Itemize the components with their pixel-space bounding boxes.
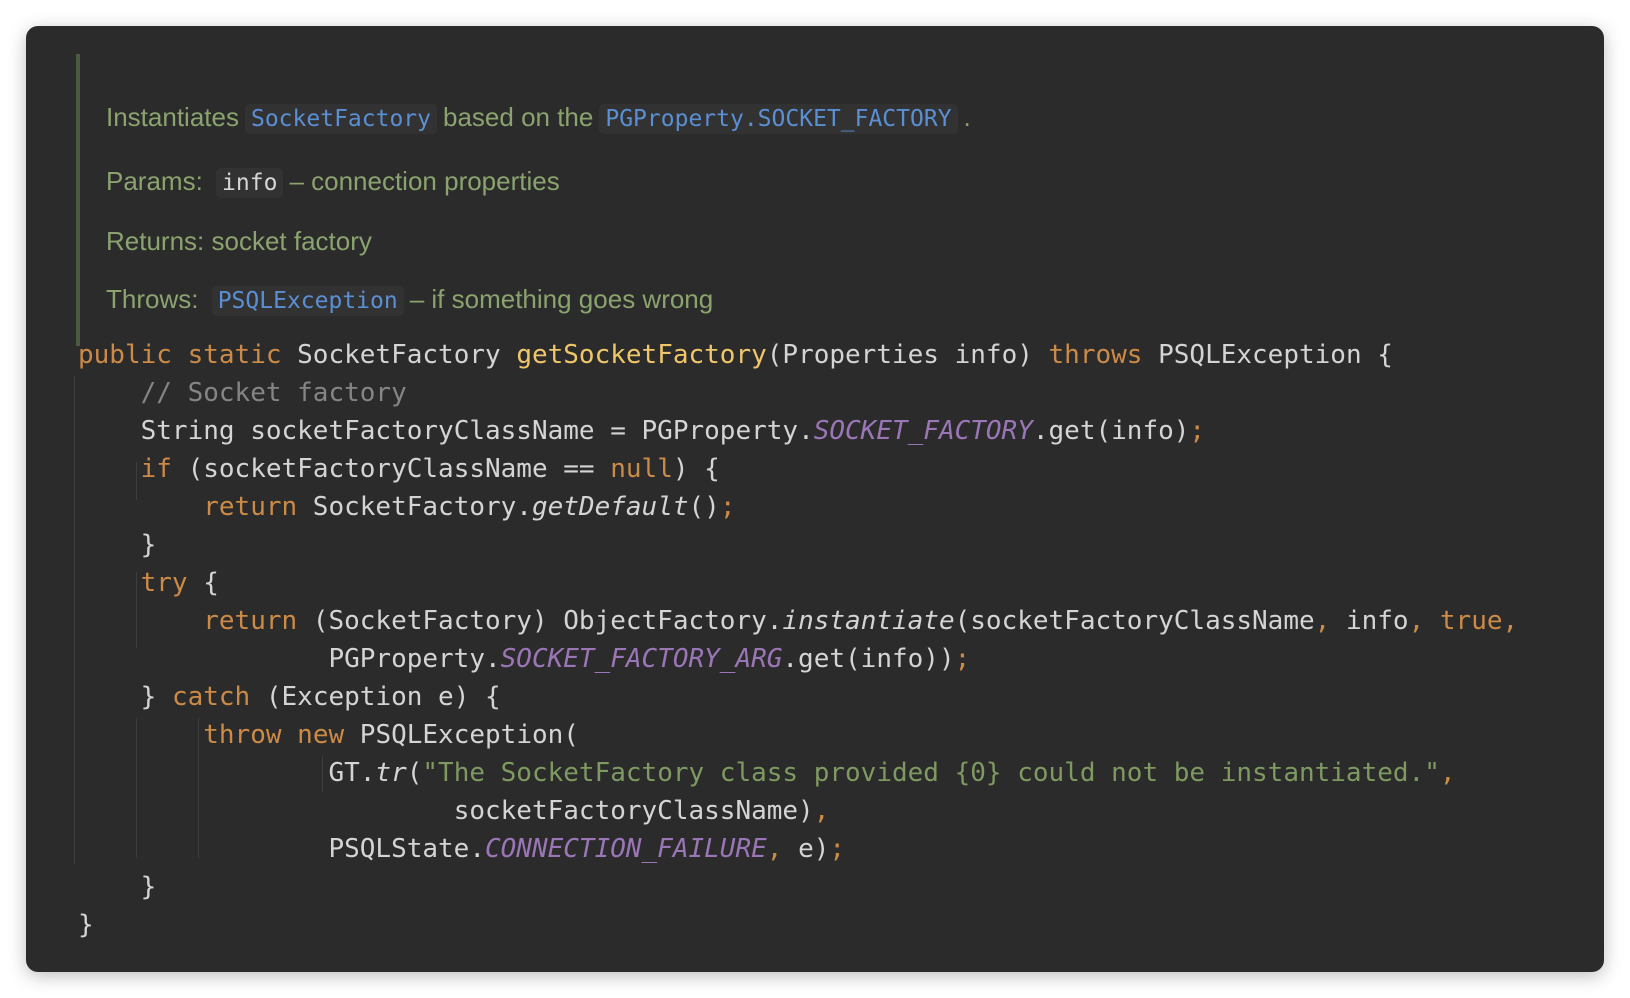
keyword-null: null — [610, 454, 673, 484]
code-text: (socketFactoryClassName == — [171, 454, 611, 484]
comma: , — [766, 834, 783, 864]
doc-summary-text: Instantiates — [106, 102, 239, 132]
code-line: socketFactoryClassName), — [78, 792, 1518, 830]
comment: // Socket factory — [140, 378, 407, 408]
code-text: PSQLState. — [328, 834, 485, 864]
keyword-throw: throw — [203, 720, 282, 750]
code-text: SocketFactory. — [297, 492, 532, 522]
keyword-true: true — [1424, 606, 1503, 636]
static-field: SOCKET_FACTORY_ARG — [500, 644, 783, 674]
code-body: public static SocketFactory getSocketFac… — [78, 336, 1518, 944]
code-line: if (socketFactoryClassName == null) { — [78, 450, 1518, 488]
code-text: .get(info) — [1032, 416, 1190, 446]
method-name: getSocketFactory — [516, 340, 767, 370]
link-socketfactory[interactable]: SocketFactory — [244, 104, 437, 134]
code-text: (Exception e) { — [250, 682, 501, 712]
keyword-return: return — [203, 492, 298, 522]
keyword-static: static — [187, 340, 282, 370]
code-text: .get(info)) — [782, 644, 955, 674]
code-text: e) — [782, 834, 830, 864]
indent-guide — [74, 376, 75, 864]
returns-label: Returns: — [106, 226, 205, 256]
keyword-public: public — [78, 340, 172, 370]
keyword-new: new — [281, 720, 345, 750]
code-text: (SocketFactory) ObjectFactory. — [297, 606, 783, 636]
code-text: socketFactoryClassName) — [453, 796, 814, 826]
code-text: PGProperty. — [328, 644, 501, 674]
code-text: ) { — [672, 454, 720, 484]
code-text: String socketFactoryClassName = PGProper… — [140, 416, 814, 446]
code-text: PSQLException( — [344, 720, 579, 750]
semicolon: ; — [829, 834, 846, 864]
code-line: throw new PSQLException( — [78, 716, 1518, 754]
code-editor-window: Instantiates SocketFactory based on the PGP… — [26, 26, 1604, 972]
param-description: – connection properties — [289, 166, 560, 196]
comma: , — [1314, 606, 1331, 636]
exception-type: PSQLException { — [1158, 340, 1393, 370]
doc-returns: Returns: socket factory — [106, 222, 372, 260]
doc-summary: Instantiates SocketFactory based on the PGP… — [106, 98, 971, 136]
javadoc-block: Instantiates SocketFactory based on the PGP… — [76, 54, 1280, 346]
keyword-catch: catch — [171, 682, 251, 712]
comma: , — [1439, 758, 1456, 788]
keyword-throws: throws — [1048, 340, 1143, 370]
param-name: info — [216, 168, 284, 198]
code-text: info — [1330, 606, 1409, 636]
method-params: (Properties info) — [766, 340, 1033, 370]
keyword-if: if — [140, 454, 172, 484]
throws-description: – if something goes wrong — [409, 284, 714, 314]
code-line: } — [78, 868, 1518, 906]
static-field: SOCKET_FACTORY — [813, 416, 1033, 446]
semicolon: ; — [954, 644, 971, 674]
static-method: getDefault — [531, 492, 689, 522]
doc-throws: Throws: PSQLException – if something goes… — [106, 280, 713, 318]
code-line: public static SocketFactory getSocketFac… — [78, 336, 1518, 374]
code-line: // Socket factory — [78, 374, 1518, 412]
code-text: (socketFactoryClassName — [954, 606, 1315, 636]
brace: } — [78, 910, 94, 940]
brace: } — [140, 682, 172, 712]
code-line: PSQLState.CONNECTION_FAILURE, e); — [78, 830, 1518, 868]
code-line: } — [78, 906, 1518, 944]
code-line: return SocketFactory.getDefault(); — [78, 488, 1518, 526]
params-label: Params: — [106, 166, 203, 196]
semicolon: ; — [1189, 416, 1206, 446]
brace: { — [187, 568, 219, 598]
static-method: instantiate — [782, 606, 955, 636]
brace: } — [140, 872, 157, 902]
keyword-return: return — [203, 606, 298, 636]
code-line: PGProperty.SOCKET_FACTORY_ARG.get(info))… — [78, 640, 1518, 678]
doc-summary-period: . — [963, 102, 971, 132]
brace: } — [140, 530, 157, 560]
throws-label: Throws: — [106, 284, 199, 314]
code-text: () — [688, 492, 720, 522]
return-type: SocketFactory — [297, 340, 501, 370]
code-line: try { — [78, 564, 1518, 602]
code-line: } catch (Exception e) { — [78, 678, 1518, 716]
code-text: ( — [406, 758, 423, 788]
keyword-try: try — [140, 568, 188, 598]
code-line: String socketFactoryClassName = PGProper… — [78, 412, 1518, 450]
string-literal: "The SocketFactory class provided {0} co… — [422, 758, 1440, 788]
link-psqlexception[interactable]: PSQLException — [211, 286, 404, 316]
comma: , — [1502, 606, 1519, 636]
code-text: GT. — [328, 758, 376, 788]
comma: , — [813, 796, 830, 826]
returns-description: socket factory — [211, 226, 372, 256]
doc-params: Params: info – connection properties — [106, 162, 560, 200]
code-line: GT.tr("The SocketFactory class provided … — [78, 754, 1518, 792]
code-line: return (SocketFactory) ObjectFactory.ins… — [78, 602, 1518, 640]
link-pgproperty-socket-factory[interactable]: PGProperty.SOCKET_FACTORY — [599, 104, 958, 134]
comma: , — [1408, 606, 1425, 636]
doc-summary-text-mid: based on the — [443, 102, 594, 132]
code-line: } — [78, 526, 1518, 564]
semicolon: ; — [719, 492, 736, 522]
static-method: tr — [375, 758, 407, 788]
static-field: CONNECTION_FAILURE — [485, 834, 767, 864]
